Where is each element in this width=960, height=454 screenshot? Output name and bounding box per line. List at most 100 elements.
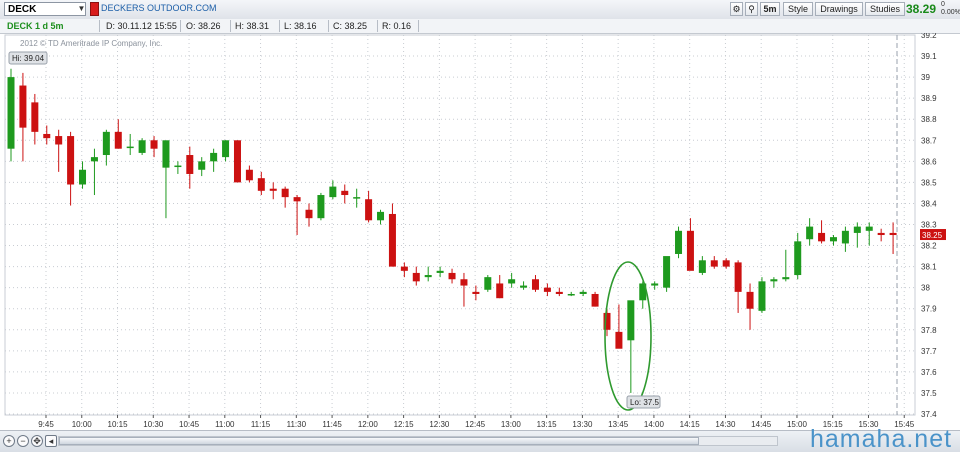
last-price: 38.29 — [906, 2, 937, 16]
style-button[interactable]: Style — [783, 2, 813, 16]
x-tick-label: 14:30 — [715, 420, 736, 429]
x-tick-label: 10:00 — [72, 420, 93, 429]
candle-body — [853, 226, 861, 233]
y-tick-label: 38.6 — [921, 157, 937, 166]
y-tick-label: 37.7 — [921, 347, 937, 356]
link-color-icon[interactable] — [90, 2, 99, 16]
x-tick-label: 10:30 — [143, 420, 164, 429]
candle-body — [627, 300, 635, 341]
low-label: Lo: 37.5 — [630, 398, 659, 407]
candle — [484, 275, 492, 292]
info-close: C: 38.25 — [330, 20, 378, 32]
symbol-input[interactable]: DECK — [4, 2, 86, 16]
candle-body — [317, 195, 325, 219]
candle-body — [484, 277, 492, 290]
candle-body — [770, 279, 778, 282]
x-tick-label: 14:15 — [680, 420, 701, 429]
settings-icon[interactable]: ⚙ — [730, 2, 743, 16]
candle-body — [531, 279, 539, 290]
x-tick-label: 10:15 — [108, 420, 129, 429]
candle — [233, 140, 241, 183]
x-tick-label: 14:00 — [644, 420, 665, 429]
x-tick-label: 12:00 — [358, 420, 379, 429]
scrollbar-thumb[interactable] — [59, 437, 699, 445]
candle-body — [496, 283, 504, 299]
drawings-label: Drawings — [820, 4, 858, 14]
price-change-pct: 0.00% — [941, 9, 960, 16]
x-tick-label: 12:15 — [394, 420, 415, 429]
candle-body — [889, 232, 897, 236]
candle — [591, 291, 599, 307]
candle-body — [19, 85, 27, 128]
candle-body — [400, 266, 408, 271]
drag-handle-icon[interactable]: ◂ — [45, 435, 57, 447]
candle-body — [472, 291, 480, 294]
y-tick-label: 37.4 — [921, 410, 937, 419]
top-toolbar: DECK ▼ DECKERS OUTDOOR.COM ⚙ ⚲ 5m Style … — [0, 0, 960, 20]
candle-body — [341, 190, 349, 196]
candle-body — [31, 102, 39, 132]
candle-body — [710, 260, 718, 267]
y-tick-label: 38.3 — [921, 221, 937, 230]
y-tick-label: 37.9 — [921, 305, 937, 314]
candle-body — [269, 188, 277, 191]
link-icon[interactable]: ⚲ — [745, 2, 758, 16]
info-range: R: 0.16 — [379, 20, 419, 32]
candle-body — [293, 197, 301, 202]
candle-body — [55, 136, 63, 145]
x-tick-label: 13:15 — [537, 420, 558, 429]
y-tick-label: 38.9 — [921, 94, 937, 103]
interval-button[interactable]: 5m — [760, 2, 780, 16]
candle-body — [698, 260, 706, 273]
candle-body — [329, 186, 337, 198]
info-high: H: 38.31 — [232, 20, 280, 32]
candle-body — [281, 188, 289, 198]
candle-body — [138, 140, 146, 153]
x-tick-label: 9:45 — [38, 420, 54, 429]
candle-body — [865, 226, 873, 231]
candle-body — [114, 131, 122, 149]
x-tick-label: 14:45 — [751, 420, 772, 429]
time-scrollbar[interactable] — [58, 436, 778, 446]
x-tick-label: 13:30 — [572, 420, 593, 429]
x-tick-label: 11:45 — [322, 420, 342, 429]
y-tick-label: 37.6 — [921, 368, 937, 377]
candle-body — [794, 241, 802, 276]
candle-body — [686, 230, 694, 271]
y-axis: 37.4 37.5 37.6 37.7 37.8 37.9 38 38.1 38.2 38.3 38… — [921, 33, 937, 419]
high-label: Hi: 39.04 — [12, 54, 45, 63]
candle-body — [102, 131, 110, 156]
y-tick-label: 39.2 — [921, 33, 937, 40]
current-price-tag: 38.25 — [920, 229, 946, 241]
y-tick-label: 38.5 — [921, 178, 937, 187]
candle-body — [663, 256, 671, 288]
x-tick-label: 10:45 — [179, 420, 200, 429]
drawings-button[interactable]: Drawings — [815, 2, 863, 16]
zoom-in-icon[interactable]: + — [3, 435, 15, 447]
zoom-out-icon[interactable]: − — [17, 435, 29, 447]
candle-body — [186, 155, 194, 174]
high-label-box: Hi: 39.04 — [8, 51, 48, 65]
candle-body — [734, 262, 742, 292]
low-label-box: Lo: 37.5 — [626, 395, 661, 409]
y-tick-label: 38.7 — [921, 136, 937, 145]
y-tick-label: 38 — [921, 284, 930, 293]
y-tick-label: 38.2 — [921, 242, 937, 251]
candle-body — [245, 169, 253, 181]
candle-body — [460, 279, 468, 286]
x-tick-label: 12:30 — [429, 420, 450, 429]
candle-body — [806, 226, 814, 240]
y-tick-label: 37.8 — [921, 326, 937, 335]
candle-body — [388, 213, 396, 267]
candle-body — [365, 199, 373, 221]
pan-icon[interactable]: ✥ — [31, 435, 43, 447]
candle-body — [746, 291, 754, 309]
price-chart[interactable]: 2012 © TD Ameritrade IP Company, Inc. 37… — [0, 33, 960, 430]
studies-button[interactable]: Studies — [865, 2, 905, 16]
candle — [675, 226, 683, 259]
info-open: O: 38.26 — [183, 20, 231, 32]
chevron-down-icon[interactable]: ▼ — [77, 3, 86, 15]
candle — [138, 138, 146, 156]
candle-body — [424, 275, 432, 278]
quote-info-bar: DECK 1 d 5m [NASDAQ] D: 30.11.12 15:55 O… — [0, 19, 960, 43]
